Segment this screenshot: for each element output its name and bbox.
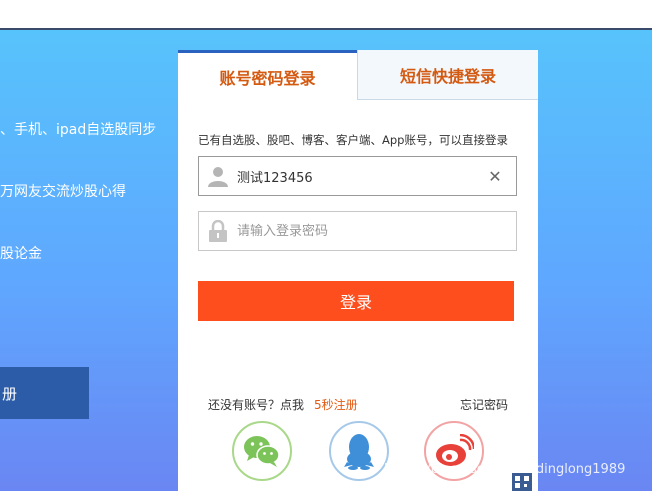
tab-sms-login-label: 短信快捷登录 <box>399 66 496 86</box>
qq-login-button[interactable] <box>329 421 389 481</box>
tab-sms-login[interactable]: 短信快捷登录 <box>357 50 538 100</box>
user-icon <box>199 157 237 195</box>
lock-icon <box>199 212 237 250</box>
top-bar <box>0 0 652 30</box>
qq-icon <box>344 434 374 470</box>
username-field[interactable]: ✕ <box>198 156 517 196</box>
password-field[interactable] <box>198 211 517 251</box>
qr-code-icon[interactable] <box>512 473 532 491</box>
quick-register-link[interactable]: 5秒注册 <box>314 398 358 412</box>
login-button[interactable]: 登录 <box>198 281 514 321</box>
feature-text-sync: 、手机、ipad自选股同步 <box>0 122 157 138</box>
feature-text-forum: 股论金 <box>0 246 42 262</box>
register-button[interactable]: 册 <box>0 367 89 419</box>
wechat-login-button[interactable] <box>232 421 292 481</box>
register-button-label: 册 <box>2 384 18 403</box>
feature-text-community: 万网友交流炒股心得 <box>0 184 126 200</box>
login-panel: 账号密码登录 短信快捷登录 已有自选股、股吧、博客、客户端、App账号，可以直接… <box>178 50 538 491</box>
watermark-text: https://blog.csdn.net/fudinglong1989 <box>384 462 626 477</box>
username-input[interactable] <box>237 158 482 194</box>
tab-password-login-label: 账号密码登录 <box>219 68 316 88</box>
forgot-password-link[interactable]: 忘记密码 <box>460 396 508 413</box>
close-icon[interactable]: ✕ <box>482 163 508 189</box>
wechat-icon <box>244 436 280 467</box>
tab-password-login[interactable]: 账号密码登录 <box>178 50 357 100</box>
password-input[interactable] <box>237 213 516 249</box>
login-footer: 还没有账号？点我 5秒注册 忘记密码 <box>208 396 508 413</box>
no-account-text: 还没有账号？点我 <box>208 398 305 412</box>
login-hint: 已有自选股、股吧、博客、客户端、App账号，可以直接登录 <box>198 133 508 147</box>
